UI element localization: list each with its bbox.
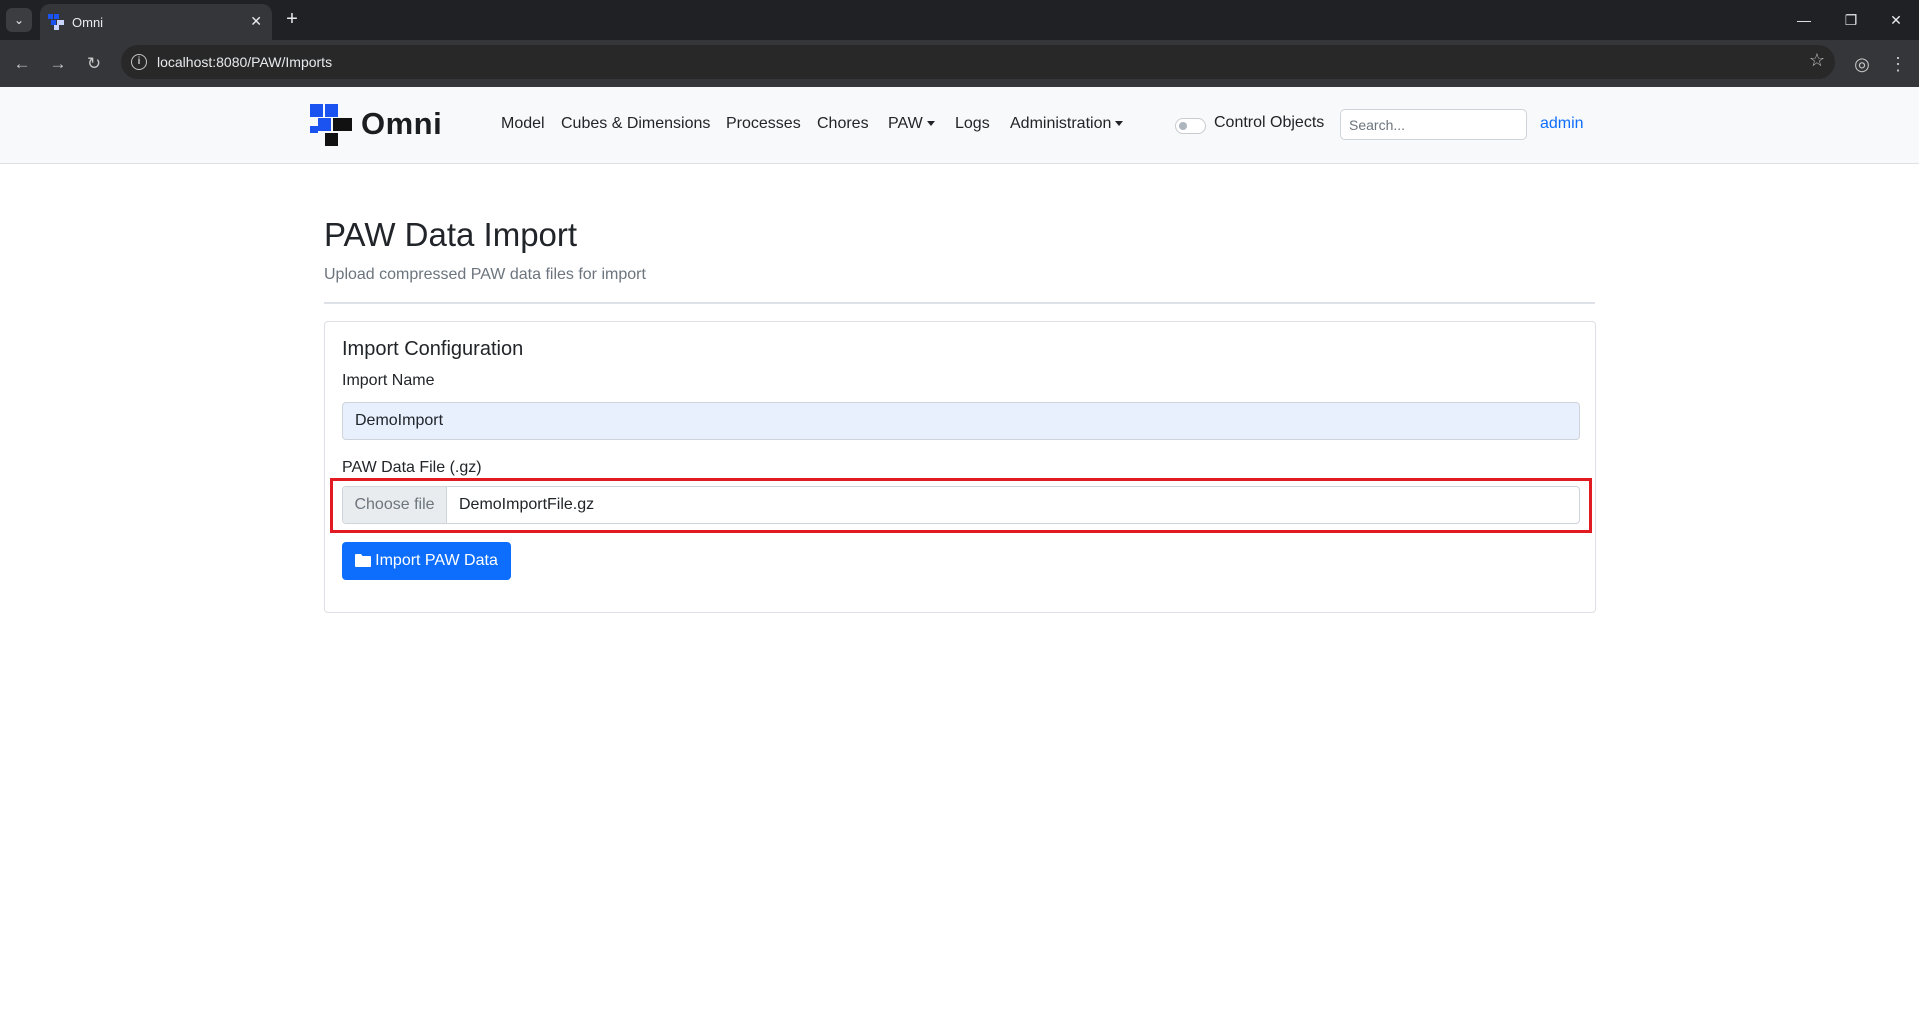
browser-toolbar: ← → ↻ i localhost:8080/PAW/Imports ☆ ◎ ⋮ [0, 40, 1919, 87]
brand-name[interactable]: Omni [361, 106, 442, 142]
nav-model[interactable]: Model [501, 115, 545, 133]
nav-paw-dropdown[interactable]: PAW [888, 115, 935, 133]
caret-down-icon [1115, 121, 1124, 127]
nav-administration-dropdown[interactable]: Administration [1010, 115, 1124, 133]
profile-icon[interactable]: ◎ [1849, 51, 1875, 77]
omni-favicon-icon [48, 14, 64, 30]
file-input-highlight [330, 478, 1592, 533]
nav-logs[interactable]: Logs [955, 115, 990, 133]
chevron-down-icon: ⌄ [13, 13, 25, 27]
address-bar[interactable]: i localhost:8080/PAW/Imports ☆ [121, 45, 1835, 79]
forward-arrow-icon[interactable]: → [46, 52, 70, 76]
nav-processes[interactable]: Processes [726, 115, 801, 133]
browser-tab-active[interactable]: Omni ✕ [40, 4, 272, 40]
page-title: PAW Data Import [324, 216, 578, 253]
import-button-label: Import PAW Data [375, 552, 498, 569]
browser-tabstrip: ⌄ Omni ✕ + — ❐ ✕ [0, 0, 1919, 40]
back-arrow-icon[interactable]: ← [10, 52, 34, 76]
restore-window-button[interactable]: ❐ [1831, 8, 1871, 32]
omni-logo-icon[interactable] [310, 104, 352, 146]
file-label: PAW Data File (.gz) [342, 459, 482, 476]
bookmark-star-icon[interactable]: ☆ [1809, 50, 1825, 71]
caret-down-icon [926, 121, 935, 127]
browser-menu-icon[interactable]: ⋮ [1885, 51, 1911, 77]
site-info-icon[interactable]: i [131, 54, 147, 70]
close-tab-icon[interactable]: ✕ [250, 13, 262, 30]
app-navbar: Omni Model Cubes & Dimensions Processes … [0, 87, 1919, 164]
tab-list-button[interactable]: ⌄ [6, 8, 32, 32]
control-objects-toggle[interactable] [1175, 118, 1206, 134]
header-divider [324, 302, 1595, 304]
reload-icon[interactable]: ↻ [82, 52, 106, 76]
nav-cubes-dimensions[interactable]: Cubes & Dimensions [561, 115, 710, 133]
folder-icon [355, 554, 372, 567]
search-input[interactable] [1340, 109, 1527, 140]
close-window-button[interactable]: ✕ [1876, 8, 1916, 32]
card-title: Import Configuration [342, 338, 524, 360]
toggle-knob [1179, 122, 1187, 130]
address-url[interactable]: localhost:8080/PAW/Imports [157, 54, 332, 70]
control-objects-label[interactable]: Control Objects [1214, 114, 1324, 132]
nav-administration-label: Administration [1010, 115, 1112, 132]
import-name-label: Import Name [342, 372, 435, 389]
minimize-window-button[interactable]: — [1784, 8, 1824, 32]
user-menu-link[interactable]: admin [1540, 115, 1584, 133]
page-subtitle: Upload compressed PAW data files for imp… [324, 266, 646, 283]
tab-title: Omni [72, 15, 104, 30]
nav-paw-label: PAW [888, 115, 923, 132]
nav-chores[interactable]: Chores [817, 115, 869, 133]
import-paw-data-button[interactable]: Import PAW Data [342, 542, 511, 580]
import-name-input[interactable] [342, 402, 1580, 440]
new-tab-button[interactable]: + [280, 8, 304, 32]
import-configuration-card: Import Configuration Import Name PAW Dat… [324, 321, 1596, 613]
